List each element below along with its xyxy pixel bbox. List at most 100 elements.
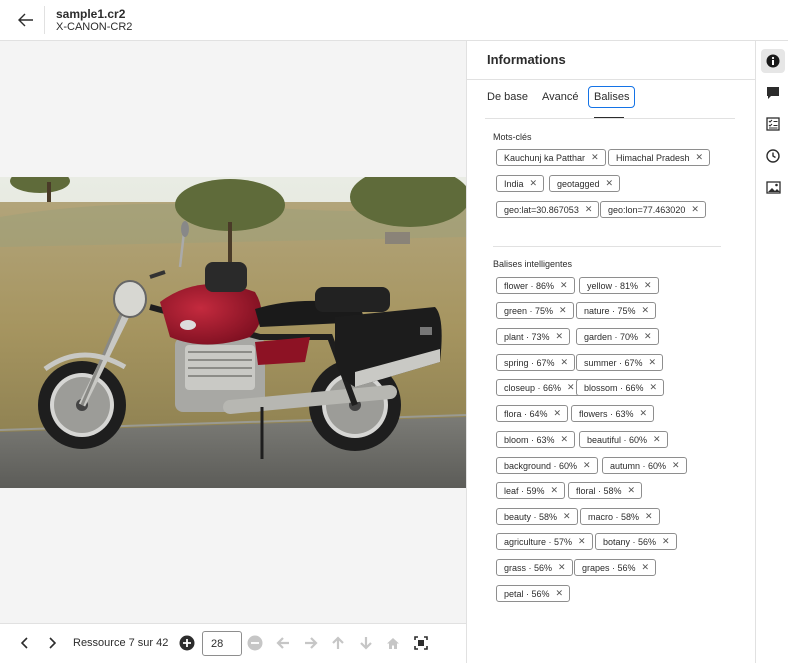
remove-tag-icon[interactable]: ✕ xyxy=(551,485,559,496)
remove-tag-icon[interactable]: ✕ xyxy=(649,357,657,368)
pan-up-button[interactable] xyxy=(329,634,347,652)
tag-chip: grass · 56% ✕ xyxy=(496,559,573,576)
minus-circle-icon xyxy=(247,635,263,651)
tag-chip: Kauchunj ka Patthar ✕ xyxy=(496,149,606,166)
tag-chip: autumn · 60% ✕ xyxy=(602,457,687,474)
tag-chip: grapes · 56% ✕ xyxy=(574,559,657,576)
side-rail xyxy=(755,41,788,663)
tag-chip: Himachal Pradesh ✕ xyxy=(608,149,711,166)
fit-screen-icon xyxy=(414,636,428,650)
remove-tag-icon[interactable]: ✕ xyxy=(554,408,562,419)
remove-tag-icon[interactable]: ✕ xyxy=(662,536,670,547)
tag-chip: nature · 75% ✕ xyxy=(576,302,657,319)
remove-tag-icon[interactable]: ✕ xyxy=(640,408,648,419)
tag-label: India xyxy=(504,178,524,189)
checklist-icon xyxy=(766,117,780,131)
zoom-out-button[interactable] xyxy=(246,634,264,652)
smart-tags-heading: Balises intelligentes xyxy=(493,259,573,269)
remove-tag-icon[interactable]: ✕ xyxy=(561,357,569,368)
tag-label: geotagged xyxy=(557,178,600,189)
remove-tag-icon[interactable]: ✕ xyxy=(563,511,571,522)
info-rail-button[interactable] xyxy=(761,49,785,73)
remove-tag-icon[interactable]: ✕ xyxy=(567,382,575,393)
remove-tag-icon[interactable]: ✕ xyxy=(653,434,661,445)
tag-label: grapes · 56% xyxy=(582,562,636,573)
tag-chip: flower · 86% ✕ xyxy=(496,277,575,294)
arrow-left-icon xyxy=(276,637,289,649)
tab-advanced[interactable]: Avancé xyxy=(542,91,579,103)
comment-icon xyxy=(767,87,779,99)
remove-tag-icon[interactable]: ✕ xyxy=(642,562,650,573)
tag-label: floral · 58% xyxy=(576,485,622,496)
tag-chip: geotagged ✕ xyxy=(549,175,621,192)
asset-viewer xyxy=(0,41,466,623)
remove-tag-icon[interactable]: ✕ xyxy=(591,152,599,163)
tag-chip: India ✕ xyxy=(496,175,545,192)
remove-tag-icon[interactable]: ✕ xyxy=(672,460,680,471)
remove-tag-icon[interactable]: ✕ xyxy=(606,178,614,189)
tag-chip: green · 75% ✕ xyxy=(496,302,574,319)
tag-label: botany · 56% xyxy=(603,536,657,547)
remove-tag-icon[interactable]: ✕ xyxy=(530,178,538,189)
tag-label: blossom · 66% xyxy=(584,382,644,393)
pan-right-button[interactable] xyxy=(302,634,320,652)
pan-left-button[interactable] xyxy=(274,634,292,652)
tag-chip: petal · 56% ✕ xyxy=(496,585,571,602)
remove-tag-icon[interactable]: ✕ xyxy=(645,511,653,522)
remove-tag-icon[interactable]: ✕ xyxy=(642,305,650,316)
remove-tag-icon[interactable]: ✕ xyxy=(696,152,704,163)
next-asset-button[interactable] xyxy=(43,634,61,652)
tag-chip: geo:lat=30.867053 ✕ xyxy=(496,201,600,218)
remove-tag-icon[interactable]: ✕ xyxy=(644,331,652,342)
remove-tag-icon[interactable]: ✕ xyxy=(578,536,586,547)
remove-tag-icon[interactable]: ✕ xyxy=(560,280,568,291)
renditions-rail-button[interactable] xyxy=(761,175,785,199)
tag-chip: spring · 67% ✕ xyxy=(496,354,576,371)
file-name: sample1.cr2 xyxy=(56,7,126,21)
remove-tag-icon[interactable]: ✕ xyxy=(644,280,652,291)
tag-label: flora · 64% xyxy=(504,408,548,419)
tab-basic[interactable]: De base xyxy=(487,91,528,103)
zoom-in-button[interactable] xyxy=(178,634,196,652)
remove-tag-icon[interactable]: ✕ xyxy=(628,485,636,496)
previous-asset-button[interactable] xyxy=(16,634,34,652)
remove-tag-icon[interactable]: ✕ xyxy=(585,204,593,215)
remove-tag-icon[interactable]: ✕ xyxy=(556,588,564,599)
tag-chip: yellow · 81% ✕ xyxy=(579,277,659,294)
tag-label: flower · 86% xyxy=(504,280,555,291)
tab-tags[interactable]: Balises xyxy=(588,86,636,108)
remove-tag-icon[interactable]: ✕ xyxy=(558,562,566,573)
remove-tag-icon[interactable]: ✕ xyxy=(691,204,699,215)
pan-down-button[interactable] xyxy=(357,634,375,652)
arrow-right-icon xyxy=(305,637,318,649)
arrow-up-icon xyxy=(332,636,344,649)
tag-chip: closeup · 66% ✕ xyxy=(496,379,582,396)
tag-label: geo:lon=77.463020 xyxy=(608,204,686,215)
tag-chip: bloom · 63% ✕ xyxy=(496,431,576,448)
tasks-rail-button[interactable] xyxy=(761,112,785,136)
arrow-down-icon xyxy=(360,637,372,650)
remove-tag-icon[interactable]: ✕ xyxy=(650,382,658,393)
tag-chip: plant · 73% ✕ xyxy=(496,328,571,345)
asset-preview-image[interactable] xyxy=(0,177,466,488)
fit-to-screen-button[interactable] xyxy=(412,634,430,652)
arrow-left-icon xyxy=(18,13,33,27)
remove-tag-icon[interactable]: ✕ xyxy=(583,460,591,471)
tag-label: nature · 75% xyxy=(584,305,636,316)
panel-divider xyxy=(467,79,755,80)
reset-view-button[interactable] xyxy=(384,634,402,652)
back-button[interactable] xyxy=(14,9,38,31)
page-number-input[interactable] xyxy=(202,631,242,656)
tag-label: background · 60% xyxy=(504,460,578,471)
tag-chip: floral · 58% ✕ xyxy=(568,482,643,499)
resource-counter: Ressource 7 sur 42 xyxy=(73,637,169,649)
tag-label: yellow · 81% xyxy=(587,280,639,291)
comments-rail-button[interactable] xyxy=(761,81,785,105)
tag-label: macro · 58% xyxy=(588,511,640,522)
tag-label: beautiful · 60% xyxy=(587,434,648,445)
remove-tag-icon[interactable]: ✕ xyxy=(561,434,569,445)
tag-label: autumn · 60% xyxy=(610,460,667,471)
remove-tag-icon[interactable]: ✕ xyxy=(556,331,564,342)
history-rail-button[interactable] xyxy=(761,144,785,168)
remove-tag-icon[interactable]: ✕ xyxy=(559,305,567,316)
